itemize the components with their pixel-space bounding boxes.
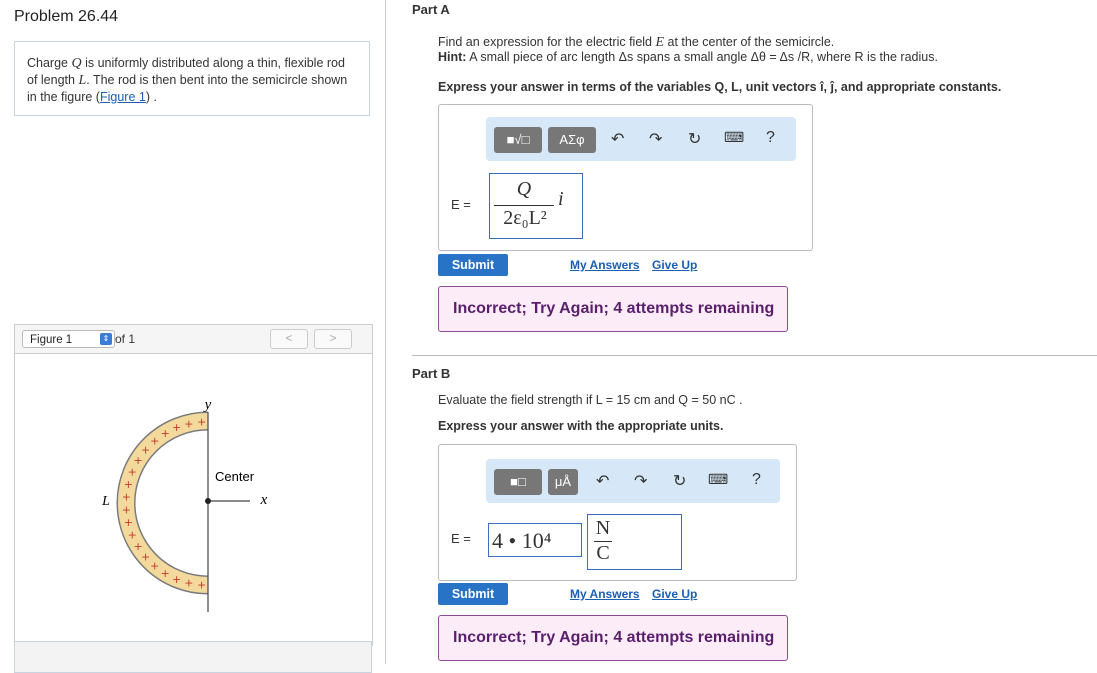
- help-button[interactable]: ?: [752, 471, 761, 489]
- plus-charge-icon: +: [197, 415, 206, 428]
- reset-icon[interactable]: ↻: [688, 129, 701, 149]
- problem-title: Problem 26.44: [14, 8, 119, 25]
- figure-link[interactable]: Figure 1: [100, 90, 146, 104]
- undo-icon[interactable]: ↶: [596, 471, 609, 491]
- plus-charge-icon: +: [184, 417, 193, 430]
- plus-charge-icon: +: [122, 491, 131, 504]
- reset-icon[interactable]: ↻: [673, 471, 686, 491]
- part-a-give-up-link[interactable]: Give Up: [652, 258, 697, 272]
- part-b-value-input[interactable]: 4 • 10⁴: [488, 523, 582, 557]
- undo-icon[interactable]: ↶: [611, 129, 624, 149]
- part-a-answer-box: ■√□ ΑΣφ ↶ ↷ ↻ ⌨ ? E = Q 2ε₀L² i: [438, 104, 813, 251]
- part-a-eq-label: E =: [451, 197, 471, 212]
- plus-charge-icon: +: [172, 421, 181, 434]
- keyboard-icon[interactable]: ⌨: [724, 129, 744, 146]
- part-b-math-toolbar: ■□ μÅ ↶ ↷ ↻ ⌨ ?: [486, 459, 780, 503]
- center-point: [205, 498, 211, 504]
- part-b-give-up-link[interactable]: Give Up: [652, 587, 697, 601]
- bottom-panel: [14, 641, 372, 673]
- redo-icon[interactable]: ↷: [634, 471, 647, 491]
- part-b-eq-label: E =: [451, 531, 471, 546]
- plus-charge-icon: +: [172, 573, 181, 586]
- part-a-submit-button[interactable]: Submit: [438, 254, 508, 276]
- units-button[interactable]: μÅ: [548, 469, 578, 495]
- template-button[interactable]: ■√□: [494, 127, 542, 153]
- part-a-prompt: Find an expression for the electric fiel…: [438, 35, 835, 50]
- plus-charge-icon: +: [184, 577, 193, 590]
- part-b-prompt: Evaluate the field strength if L = 15 cm…: [438, 393, 743, 407]
- semicircle-figure: +++++++++++++++++ + + + y x Center L: [101, 397, 268, 612]
- part-a-answer-input[interactable]: Q 2ε₀L² i: [489, 173, 583, 239]
- plus-charge-icon: +: [124, 516, 133, 529]
- part-a-hint: Hint: A small piece of arc length Δs spa…: [438, 50, 938, 64]
- plus-charge-icon: +: [150, 435, 159, 448]
- prev-figure-button[interactable]: <: [270, 329, 308, 349]
- plus-charge-icon: +: [124, 478, 133, 491]
- part-a-feedback: Incorrect; Try Again; 4 attempts remaini…: [438, 286, 788, 332]
- plus-charge-icon: +: [161, 567, 170, 580]
- figure-toolbar: Figure 1 ⇕ of 1 < >: [15, 325, 372, 354]
- left-panel: Problem 26.44 Charge Q is uniformly dist…: [0, 0, 386, 673]
- center-label: Center: [215, 469, 255, 484]
- part-b-feedback: Incorrect; Try Again; 4 attempts remaini…: [438, 615, 788, 661]
- problem-description: Charge Q is uniformly distributed along …: [14, 41, 370, 116]
- var-Q: Q: [71, 56, 82, 71]
- figure-count: of 1: [115, 332, 136, 346]
- part-b-label: Part B: [412, 366, 451, 381]
- part-b-units-input[interactable]: N C: [587, 514, 682, 570]
- part-b-my-answers-link[interactable]: My Answers: [570, 587, 640, 601]
- part-b-submit-button[interactable]: Submit: [438, 583, 508, 605]
- length-label: L: [101, 494, 110, 509]
- part-a-my-answers-link[interactable]: My Answers: [570, 258, 640, 272]
- vector-E: E: [655, 35, 665, 50]
- figure-panel: Figure 1 ⇕ of 1 < > + + + + + + + + + + + + + + + + + + + +…: [14, 324, 373, 646]
- plus-charge-icon: +: [141, 550, 150, 563]
- part-a-math-toolbar: ■√□ ΑΣφ ↶ ↷ ↻ ⌨ ?: [486, 117, 796, 161]
- part-a-label: Part A: [412, 2, 450, 17]
- plus-charge-icon: +: [128, 466, 137, 479]
- part-b-instruction: Express your answer with the appropriate…: [438, 419, 724, 433]
- keyboard-icon[interactable]: ⌨: [708, 471, 728, 488]
- units-template-button[interactable]: ■□: [494, 469, 542, 495]
- plus-charge-icon: +: [161, 427, 170, 440]
- x-label: x: [260, 492, 268, 508]
- part-divider: [412, 355, 1097, 356]
- redo-icon[interactable]: ↷: [649, 129, 662, 149]
- help-button[interactable]: ?: [766, 129, 775, 147]
- plus-charge-icon: +: [122, 503, 131, 516]
- figure-select[interactable]: Figure 1 ⇕: [22, 330, 115, 348]
- part-a-instruction: Express your answer in terms of the vari…: [438, 80, 1002, 94]
- symbols-button[interactable]: ΑΣφ: [548, 127, 596, 153]
- y-label: y: [203, 397, 212, 413]
- next-figure-button[interactable]: >: [314, 329, 352, 349]
- plus-charge-icon: +: [150, 559, 159, 572]
- part-b-answer-box: ■□ μÅ ↶ ↷ ↻ ⌨ ? E = 4 • 10⁴ N C: [438, 444, 797, 581]
- chevron-updown-icon: ⇕: [100, 333, 112, 345]
- plus-charge-icon: +: [197, 579, 206, 592]
